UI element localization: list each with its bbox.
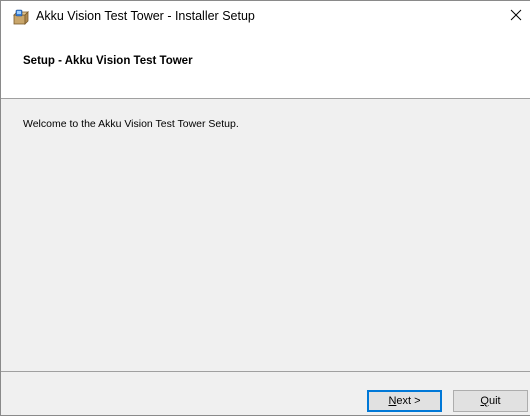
title-bar[interactable]: Akku Vision Test Tower - Installer Setup	[1, 1, 530, 33]
next-button[interactable]: Next >	[367, 390, 442, 412]
wizard-header: Setup - Akku Vision Test Tower	[1, 33, 530, 99]
quit-button-mnemonic: Q	[480, 395, 489, 407]
quit-button[interactable]: Quit	[453, 390, 528, 412]
installer-box-icon	[13, 9, 29, 25]
next-button-label: ext >	[396, 395, 421, 407]
page-title: Setup - Akku Vision Test Tower	[23, 55, 193, 67]
quit-button-label: uit	[488, 395, 501, 407]
next-button-mnemonic: N	[388, 395, 397, 407]
installer-window: Akku Vision Test Tower - Installer Setup…	[0, 0, 530, 416]
close-icon	[510, 8, 522, 26]
footer-divider	[1, 371, 530, 372]
welcome-text: Welcome to the Akku Vision Test Tower Se…	[23, 118, 239, 130]
close-button[interactable]	[501, 1, 530, 33]
wizard-content: Welcome to the Akku Vision Test Tower Se…	[1, 99, 530, 371]
window-title: Akku Vision Test Tower - Installer Setup	[36, 9, 255, 23]
